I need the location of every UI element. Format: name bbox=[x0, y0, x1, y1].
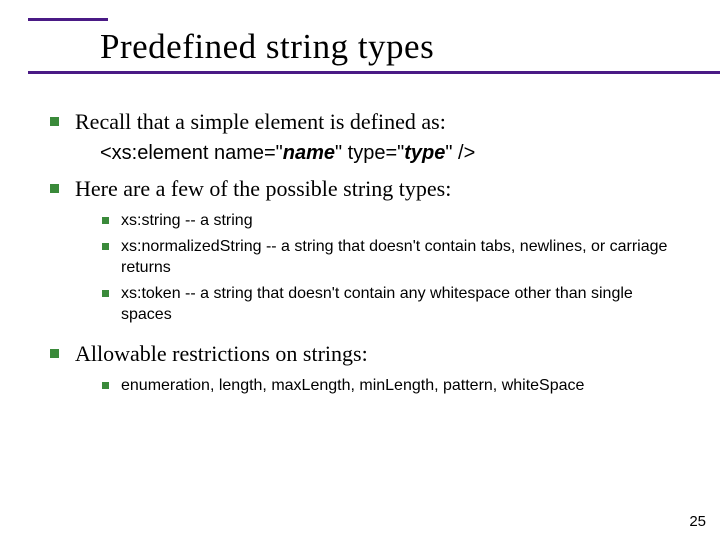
type-desc: -- a string bbox=[181, 212, 253, 229]
list-item: xs:token -- a string that doesn't contai… bbox=[102, 283, 684, 326]
square-bullet-icon bbox=[50, 349, 59, 358]
type-name: xs:normalizedString bbox=[121, 238, 262, 255]
square-bullet-icon bbox=[102, 290, 109, 297]
sub-text: enumeration, length, maxLength, minLengt… bbox=[121, 375, 584, 397]
slide: Predefined string types Recall that a si… bbox=[0, 0, 720, 540]
code-seg-3: " /> bbox=[445, 142, 475, 164]
list-item: enumeration, length, maxLength, minLengt… bbox=[102, 375, 684, 397]
bullet-3: Allowable restrictions on strings: bbox=[50, 340, 684, 368]
code-seg-1: <xs:element name=" bbox=[100, 142, 283, 164]
square-bullet-icon bbox=[102, 382, 109, 389]
type-name: xs:token bbox=[121, 285, 181, 302]
bullet-2-text: Here are a few of the possible string ty… bbox=[75, 175, 451, 203]
sub-text: xs:normalizedString -- a string that doe… bbox=[121, 236, 684, 279]
square-bullet-icon bbox=[50, 117, 59, 126]
page-number: 25 bbox=[689, 513, 706, 530]
sub-text: xs:string -- a string bbox=[121, 210, 253, 232]
bullet-1-text: Recall that a simple element is defined … bbox=[75, 108, 446, 136]
bullet-3-sublist: enumeration, length, maxLength, minLengt… bbox=[102, 375, 684, 397]
slide-title: Predefined string types bbox=[0, 21, 720, 71]
code-example: <xs:element name="name" type="type" /> bbox=[100, 142, 684, 165]
type-desc: -- a string that doesn't contain any whi… bbox=[121, 285, 633, 324]
square-bullet-icon bbox=[50, 184, 59, 193]
bullet-1: Recall that a simple element is defined … bbox=[50, 108, 684, 136]
restriction-list: enumeration, length, maxLength, minLengt… bbox=[121, 377, 584, 394]
code-seg-2: " type=" bbox=[335, 142, 404, 164]
bullet-2: Here are a few of the possible string ty… bbox=[50, 175, 684, 203]
type-name: xs:string bbox=[121, 212, 181, 229]
square-bullet-icon bbox=[102, 217, 109, 224]
code-ital-1: name bbox=[283, 142, 335, 164]
title-rule-bottom bbox=[28, 71, 720, 74]
sub-text: xs:token -- a string that doesn't contai… bbox=[121, 283, 684, 326]
list-item: xs:normalizedString -- a string that doe… bbox=[102, 236, 684, 279]
title-block: Predefined string types bbox=[0, 18, 720, 74]
slide-body: Recall that a simple element is defined … bbox=[50, 108, 684, 411]
bullet-3-text: Allowable restrictions on strings: bbox=[75, 340, 368, 368]
square-bullet-icon bbox=[102, 243, 109, 250]
code-ital-2: type bbox=[404, 142, 445, 164]
bullet-2-sublist: xs:string -- a string xs:normalizedStrin… bbox=[102, 210, 684, 326]
list-item: xs:string -- a string bbox=[102, 210, 684, 232]
